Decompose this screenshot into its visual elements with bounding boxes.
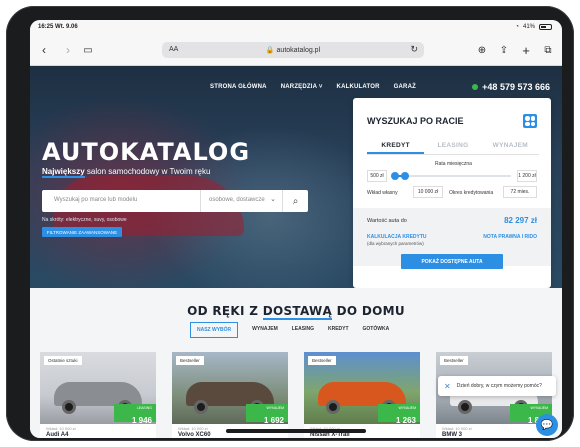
period-select[interactable]: 72 mies. [503, 186, 537, 198]
car-value-label: Wartość auta do [367, 218, 407, 224]
nav-item-garage[interactable]: GARAŻ [394, 84, 416, 90]
car-card[interactable]: Bestseller WYNAJEM1 263 Wkład: 10 000 zł… [304, 352, 420, 438]
chat-icon[interactable]: 💬 [536, 414, 558, 436]
car-wheel [458, 400, 472, 414]
credit-calculation-subtext: (dla wybranych parametrów) [367, 241, 424, 246]
tagline: Największy salon samochodowy w Twoim ręk… [42, 167, 211, 178]
url-text: 🔒 autokatalog.pl [265, 47, 321, 54]
car-contribution: Wkład: 10 000 zł [46, 426, 76, 431]
nav-item-home[interactable]: STRONA GŁÓWNA [210, 84, 267, 90]
chat-popup[interactable]: ✕ Dzień dobry, w czym możemy pomóc? [438, 376, 556, 396]
rate-label: Rata miesięczna [435, 161, 472, 167]
filter-leasing[interactable]: LEASING [292, 326, 314, 338]
car-tag: Bestseller [308, 356, 336, 365]
nav-item-tools[interactable]: NARZĘDZIA ˅ [281, 84, 323, 90]
car-wheel [326, 400, 340, 414]
advanced-filter-button[interactable]: FILTROWANIE ZAAWANSOWANE [42, 227, 122, 237]
car-tag: Bestseller [176, 356, 204, 365]
bookmarks-icon[interactable]: ▭ [80, 42, 96, 58]
vehicle-type-select[interactable]: osobowe, dostawcze ⌄ [200, 190, 282, 212]
car-tag: Ostatnie sztuki [44, 356, 82, 365]
rate-max: 1 200 zł [517, 170, 537, 182]
status-time: 16:25 Wt. 9.06 [38, 24, 78, 30]
car-contribution: Wkład: 10 000 zł [178, 426, 208, 431]
search-input[interactable]: Wyszukaj po marce lub modelu [54, 197, 137, 203]
car-card[interactable]: Bestseller WYNAJEM 1 692 Wkład: 10 000 zł… [172, 352, 288, 438]
offer-filters: NASZ WYBÓR WYNAJEM LEASING KREDYT GOTÓWK… [190, 322, 390, 338]
share-icon[interactable]: ⇪ [496, 42, 512, 58]
shortcuts-text: Na skróty: elektryczne, suvy, osobowe [42, 217, 127, 223]
filter-cash[interactable]: GOTÓWKA [363, 326, 390, 338]
download-icon[interactable]: ⊕ [474, 42, 490, 58]
rate-min: 500 zł [367, 170, 387, 182]
forward-icon[interactable]: › [60, 42, 76, 58]
search-bar: Wyszukaj po marce lub modelu osobowe, do… [42, 190, 308, 212]
section-title: OD RĘKI Z DOSTAWĄ DO DOMU [187, 304, 405, 320]
car-wheel [62, 400, 76, 414]
car-tag: Bestseller [440, 356, 468, 365]
rate-slider-handle-min[interactable] [391, 172, 399, 180]
finance-tabs: KREDYT LEASING WYNAJEM [367, 139, 539, 155]
car-contribution: Wkład: 10 000 zł [442, 426, 472, 431]
tab-rental[interactable]: WYNAJEM [482, 139, 539, 154]
status-bar: 16:25 Wt. 9.06 ◔ 41% [30, 20, 562, 36]
own-contribution-label: Wkład własny [367, 190, 398, 196]
search-icon[interactable]: ⌕ [282, 190, 308, 212]
tab-leasing[interactable]: LEASING [424, 139, 481, 154]
grid-icon[interactable] [523, 114, 537, 128]
chat-text: Dzień dobry, w czym możemy pomóc? [456, 383, 542, 389]
browser-toolbar: ‹ › ▭ AA 🔒 autokatalog.pl ↻ ⊕ ⇪ + ⧉ [30, 36, 562, 66]
site-logo[interactable]: AUTOKATALOG [42, 138, 250, 166]
chevron-down-icon: ⌄ [270, 196, 276, 203]
card-title: WYSZUKAJ PO RACIE [367, 116, 464, 126]
car-value-amount: 82 297 zł [504, 216, 537, 225]
car-name: Volvo XC60 [178, 432, 211, 438]
car-name: Audi A4 [46, 432, 69, 438]
tab-credit[interactable]: KREDYT [367, 139, 425, 154]
status-right: ◔ 41% [515, 24, 552, 30]
offers-section: OD RĘKI Z DOSTAWĄ DO DOMU NASZ WYBÓR WYN… [30, 288, 562, 438]
car-wheel [194, 400, 208, 414]
car-price: LEASING 1 946 [114, 404, 156, 425]
phone-link[interactable]: +48 579 573 666 [472, 82, 550, 92]
car-card[interactable]: Ostatnie sztuki LEASING 1 946 Wkład: 10 0… [40, 352, 156, 438]
reload-icon[interactable]: ↻ [410, 44, 418, 55]
tabs-icon[interactable]: ⧉ [540, 42, 556, 58]
new-tab-icon[interactable]: + [518, 42, 534, 58]
nav-item-calculator[interactable]: KALKULATOR [337, 84, 380, 90]
tablet-frame: 16:25 Wt. 9.06 ◔ 41% ‹ › ▭ AA 🔒 autokata… [6, 6, 574, 441]
filter-credit[interactable]: KREDYT [328, 326, 349, 338]
rate-slider-handle-max[interactable] [400, 172, 409, 180]
filter-our-choice[interactable]: NASZ WYBÓR [190, 322, 239, 338]
home-indicator [226, 429, 366, 433]
address-bar[interactable]: AA 🔒 autokatalog.pl ↻ [162, 42, 424, 58]
back-icon[interactable]: ‹ [36, 42, 52, 58]
filter-rental[interactable]: WYNAJEM [252, 326, 278, 338]
wifi-icon: ◔ [515, 24, 519, 30]
car-price: WYNAJEM 1 692 [246, 404, 288, 425]
car-name: BMW 3 [442, 432, 462, 438]
car-price: WYNAJEM 1 263 [378, 404, 420, 425]
screen: 16:25 Wt. 9.06 ◔ 41% ‹ › ▭ AA 🔒 autokata… [30, 20, 562, 438]
phone-icon [472, 84, 479, 90]
close-icon[interactable]: ✕ [444, 382, 451, 391]
battery-percent: 41% [522, 24, 535, 30]
own-contribution-input[interactable]: 10 000 zł [413, 186, 443, 198]
legal-note-link[interactable]: NOTA PRAWNA I RIDO [483, 234, 537, 240]
credit-calculation-link[interactable]: KALKULACJA KREDYTU [367, 234, 427, 240]
show-cars-button[interactable]: POKAŻ DOSTĘPNE AUTA [401, 254, 503, 269]
battery-icon [539, 24, 552, 30]
main-nav: STRONA GŁÓWNA NARZĘDZIA ˅ KALKULATOR GAR… [210, 84, 416, 90]
period-label: Okres kredytowania [449, 190, 494, 196]
rate-search-card: WYSZUKAJ PO RACIE KREDYT LEASING WYNAJEM… [353, 98, 551, 288]
rate-slider[interactable] [391, 172, 511, 180]
